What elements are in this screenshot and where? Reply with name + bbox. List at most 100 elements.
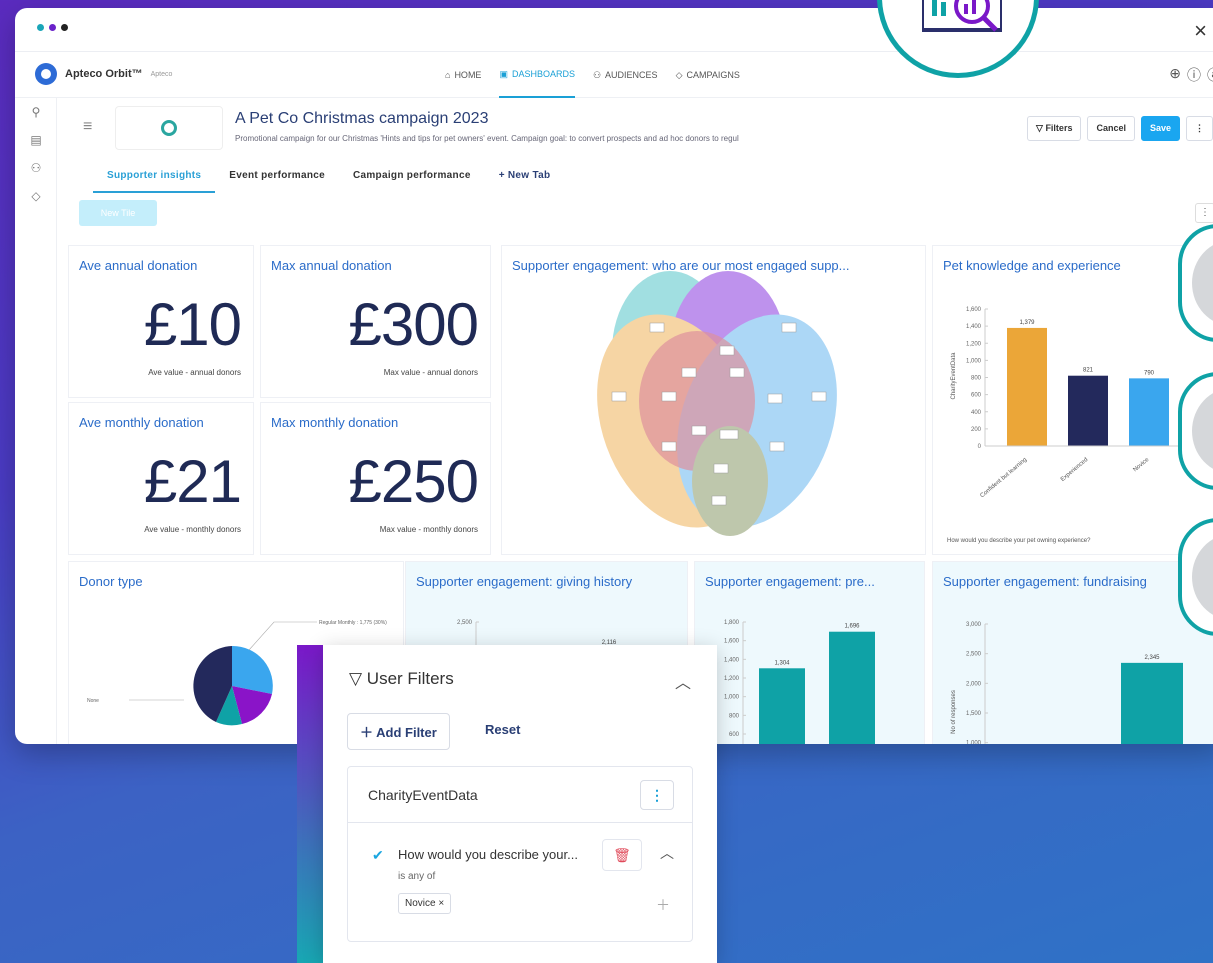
- collapse-filter-icon[interactable]: ︿: [660, 843, 674, 863]
- add-value-icon[interactable]: ＋: [656, 895, 670, 915]
- more-icon[interactable]: ⋮: [1186, 116, 1213, 141]
- page-title: A Pet Co Christmas campaign 2023: [235, 110, 489, 127]
- tab-new[interactable]: + New Tab: [485, 166, 565, 193]
- group-more-icon[interactable]: ⋮: [640, 780, 674, 810]
- kpi-caption: Ave value - annual donors: [148, 368, 241, 377]
- nav-dashboards[interactable]: ▣ DASHBOARDS: [499, 52, 575, 98]
- kpi-value: £250: [348, 448, 479, 515]
- venn-label-box: [661, 441, 677, 452]
- window-dots: [37, 24, 68, 31]
- panel-accent-stripe: [297, 645, 323, 963]
- dashboard-icon: ▣: [499, 68, 508, 79]
- venn-label-box: [611, 391, 627, 402]
- chart-icon[interactable]: ▤: [15, 126, 57, 154]
- y-tick-label: 1,200: [966, 341, 982, 347]
- kpi-value: £10: [143, 291, 242, 358]
- venn-card[interactable]: Supporter engagement: who are our most e…: [501, 245, 926, 555]
- new-tile-button[interactable]: New Tile: [79, 200, 157, 226]
- y-tick-label: 0: [978, 444, 982, 450]
- people-icon[interactable]: ⚇: [15, 154, 57, 182]
- save-button[interactable]: Save: [1140, 116, 1180, 141]
- fundraising-card[interactable]: Supporter engagement: fundraising 1,000 1…: [932, 561, 1213, 744]
- bar-value-label: 790: [1144, 370, 1155, 376]
- add-filter-button[interactable]: ＋ Add Filter: [347, 713, 450, 750]
- dot-dark: [61, 24, 68, 31]
- user-icon[interactable]: ⓐ: [1207, 65, 1213, 85]
- brand[interactable]: Apteco Orbit™ Apteco: [35, 63, 172, 85]
- kpi-caption: Ave value - monthly donors: [144, 525, 241, 534]
- close-icon[interactable]: ×: [1194, 18, 1207, 44]
- megaphone-icon[interactable]: ◇: [15, 182, 57, 210]
- y-tick-label: 3,000: [966, 622, 982, 628]
- tab-supporter-insights[interactable]: Supporter insights: [93, 166, 216, 193]
- y-tick-label: 1,500: [966, 711, 982, 717]
- filter-question: How would you describe your...: [398, 847, 578, 862]
- dot-purple: [49, 24, 56, 31]
- pet-knowledge-card[interactable]: Pet knowledge and experience 0 200 400 600 8…: [932, 245, 1213, 555]
- add-filter-label: Add Filter: [376, 725, 437, 740]
- y-tick-label: 1,600: [724, 639, 740, 645]
- venn-label-box: [691, 425, 707, 436]
- analytics-magnifier-icon: [922, 0, 1002, 32]
- nav-home[interactable]: ⌂ HOME: [445, 52, 481, 98]
- check-icon[interactable]: ✔: [372, 847, 384, 864]
- globe-icon[interactable]: ⊕: [1169, 65, 1181, 85]
- brand-name: Apteco Orbit™: [65, 68, 143, 80]
- venn-label-box: [767, 393, 783, 404]
- bar-value-label: 1,696: [844, 624, 860, 630]
- pet-knowledge-chart: 0 200 400 600 800 1,000 1,200 1,400 1,600 1,379 82…: [947, 307, 1213, 544]
- nav-links: ⌂ HOME ▣ DASHBOARDS ⚇ AUDIENCES ◇ CAMPAIGNS: [445, 52, 740, 98]
- kpi-title: Ave annual donation: [79, 258, 198, 273]
- campaign-icon: ◇: [675, 69, 683, 80]
- trash-icon[interactable]: 🗑: [602, 839, 642, 871]
- filter-icon: ▽: [349, 669, 367, 688]
- kpi-title: Max annual donation: [271, 258, 392, 273]
- dashboard-tabs: Supporter insights Event performance Cam…: [93, 166, 564, 193]
- magnifier-bar: [932, 0, 937, 16]
- avatar: [1192, 240, 1213, 326]
- bar-value-label: 1,304: [774, 660, 790, 666]
- cancel-button[interactable]: Cancel: [1087, 116, 1135, 141]
- dot-teal: [37, 24, 44, 31]
- reset-button[interactable]: Reset: [485, 722, 520, 737]
- filters-label: Filters: [1045, 123, 1073, 133]
- tab-event-performance[interactable]: Event performance: [215, 166, 339, 193]
- kpi-card-max-annual[interactable]: Max annual donation £300 Max value - ann…: [260, 245, 491, 398]
- dashboard-more-icon[interactable]: ⋮: [1195, 203, 1213, 223]
- kpi-value: £21: [143, 448, 242, 515]
- kpi-card-ave-monthly[interactable]: Ave monthly donation £21 Ave value - mon…: [68, 402, 254, 555]
- x-tick-label: Experienced: [1060, 457, 1089, 483]
- filter-value-chip[interactable]: Novice ×: [398, 893, 452, 914]
- nav-campaigns-label: CAMPAIGNS: [686, 70, 740, 80]
- kpi-caption: Max value - monthly donors: [379, 525, 478, 534]
- link-icon[interactable]: ⚲: [15, 98, 57, 126]
- y-tick-label: 2,500: [966, 652, 982, 658]
- top-navigation: Apteco Orbit™ Apteco ⌂ HOME ▣ DASHBOARDS ⚇…: [15, 52, 1213, 98]
- filter-group: CharityEventData ⋮ ✔ How would you descr…: [347, 766, 693, 942]
- bar: [829, 631, 875, 744]
- user-filters-panel: ▽ User Filters ︿ ＋ Add Filter Reset Char…: [297, 645, 717, 963]
- collapse-icon[interactable]: ︿: [675, 669, 691, 693]
- kpi-caption: Max value - annual donors: [383, 368, 478, 377]
- nav-audiences[interactable]: ⚇ AUDIENCES: [593, 52, 658, 98]
- venn-label-box: [769, 441, 785, 452]
- filters-button[interactable]: ▽ Filters: [1027, 116, 1082, 141]
- pie-label-none: None: [87, 698, 99, 704]
- user-filters-body: ▽ User Filters ︿ ＋ Add Filter Reset Char…: [323, 645, 717, 963]
- venn-diagram: [597, 271, 837, 536]
- nav-home-label: HOME: [454, 70, 482, 80]
- menu-icon[interactable]: ≡: [83, 118, 92, 136]
- fundraising-chart: 1,0001,5002,0002,5003,0006542,345No of r…: [951, 622, 1183, 744]
- help-icon[interactable]: ⓘ: [1187, 65, 1201, 85]
- kpi-card-max-monthly[interactable]: Max monthly donation £250 Max value - mo…: [260, 402, 491, 555]
- engagement-pre-card[interactable]: Supporter engagement: pre... 600 800 1,000…: [694, 561, 925, 744]
- kpi-card-ave-annual[interactable]: Ave annual donation £10 Ave value - annu…: [68, 245, 254, 398]
- tab-campaign-performance[interactable]: Campaign performance: [339, 166, 485, 193]
- app-window: × Apteco Orbit™ Apteco ⌂ HOME ▣ DASHBOARDS…: [15, 8, 1213, 744]
- bar-value-label: 1,379: [1019, 320, 1035, 326]
- left-sidebar: ⚲ ▤ ⚇ ◇: [15, 98, 57, 744]
- nav-campaigns[interactable]: ◇ CAMPAIGNS: [676, 52, 740, 98]
- venn-label-box: [719, 345, 735, 356]
- venn-label-box: [811, 391, 827, 402]
- bar: [1121, 662, 1183, 744]
